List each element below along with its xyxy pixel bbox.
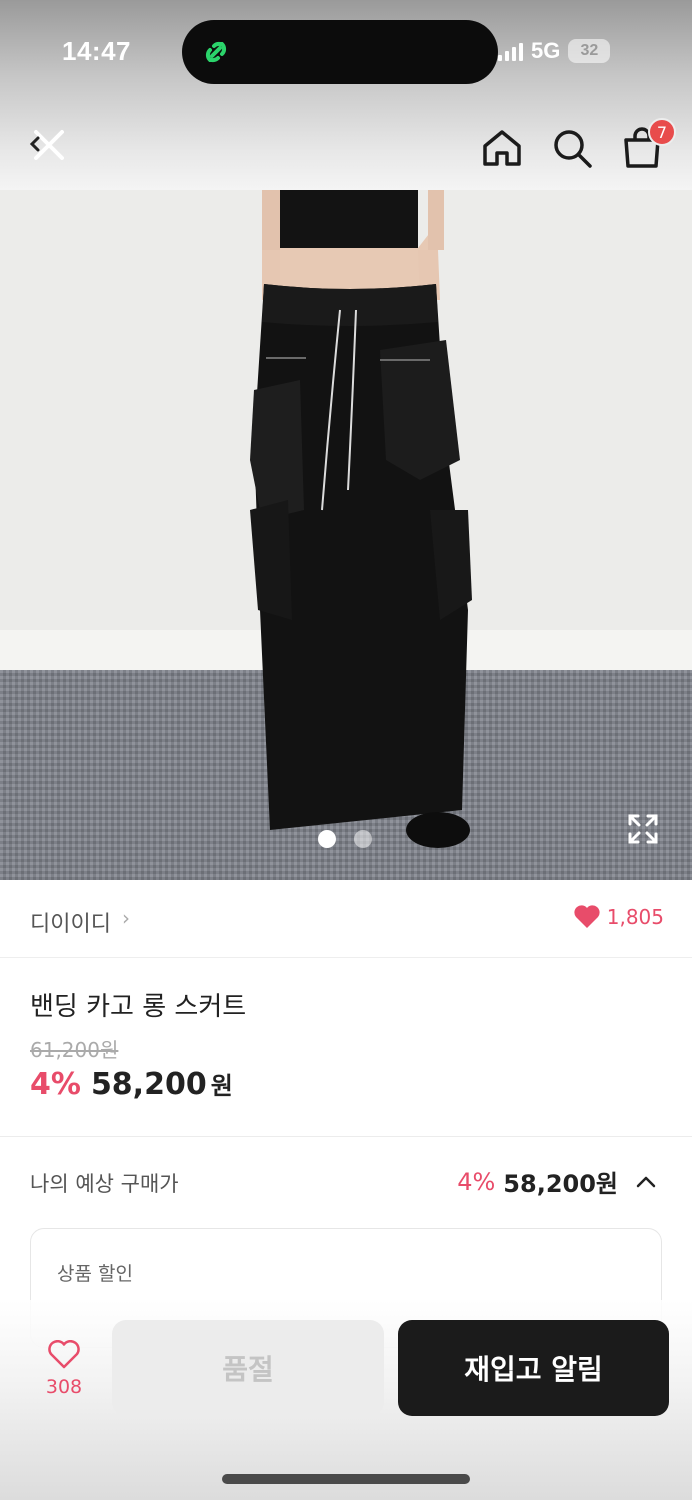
expected-price-toggle[interactable]: 4% 58,200원 — [457, 1164, 658, 1199]
search-icon[interactable] — [550, 126, 594, 170]
close-icon[interactable] — [28, 124, 70, 166]
expected-price-label: 나의 예상 구매가 — [30, 1172, 179, 1196]
link-icon — [205, 41, 227, 63]
soldout-button[interactable]: 품절 — [112, 1320, 384, 1416]
product-image[interactable] — [0, 190, 692, 880]
original-price: 61,200원 — [30, 1038, 119, 1062]
expected-discount: 4% — [457, 1167, 496, 1196]
signal-icon — [498, 41, 523, 61]
cart-badge: 7 — [648, 118, 676, 146]
brand-name[interactable]: 디이이디 — [30, 906, 111, 938]
heart-outline-icon — [48, 1339, 80, 1369]
expected-price: 58,200원 — [503, 1170, 618, 1198]
sale-price: 58,200 — [90, 1067, 207, 1102]
gallery-dot[interactable] — [354, 830, 372, 848]
chevron-right-icon: › — [122, 906, 130, 930]
product-title: 밴딩 카고 롱 스커트 — [30, 992, 247, 1022]
divider — [0, 1136, 692, 1137]
brand-likes[interactable]: 1,805 — [573, 904, 664, 930]
brand-like-count: 1,805 — [606, 905, 664, 929]
expand-icon[interactable] — [626, 812, 660, 846]
status-indicators: 5G 32 — [498, 36, 611, 66]
heart-filled-icon — [574, 905, 600, 928]
discount-label: 상품 할인 — [57, 1263, 133, 1285]
skirt-photo — [0, 190, 692, 880]
gallery-dot[interactable] — [318, 830, 336, 848]
brand-row[interactable]: 디이이디 › 1,805 — [0, 880, 692, 958]
wish-count: 308 — [45, 1376, 83, 1398]
discount-rate: 4% — [30, 1067, 81, 1102]
currency-unit: 원 — [210, 1072, 233, 1100]
chevron-up-icon[interactable] — [634, 1170, 658, 1194]
restock-alert-button[interactable]: 재입고 알림 — [398, 1320, 669, 1416]
battery-icon: 32 — [568, 39, 611, 63]
wish-button[interactable]: 308 — [30, 1339, 98, 1398]
gallery-dots — [318, 830, 372, 848]
network-label: 5G — [531, 38, 561, 63]
home-icon[interactable] — [480, 126, 524, 170]
status-time: 14:47 — [62, 36, 131, 66]
price-line: 4% 58,200 원 — [30, 1066, 233, 1102]
battery-level: 32 — [580, 42, 599, 59]
home-indicator — [222, 1474, 470, 1484]
dynamic-island — [182, 20, 498, 84]
